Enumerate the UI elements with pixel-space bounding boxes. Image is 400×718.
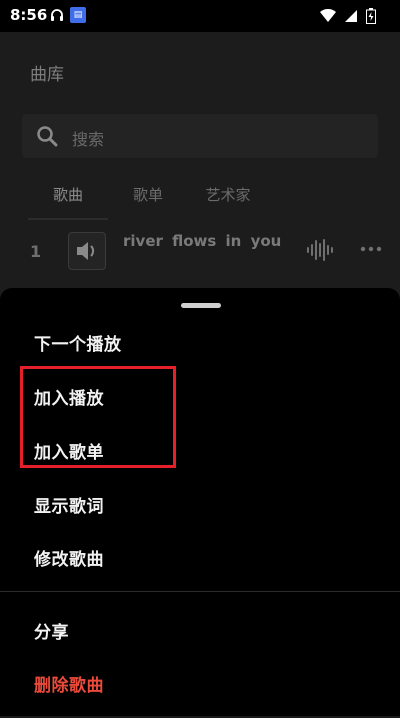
cell-signal-icon	[345, 10, 357, 22]
search-icon	[37, 126, 58, 147]
search-placeholder: 搜索	[72, 130, 105, 149]
menu-item-play-next[interactable]: 下一个播放	[34, 330, 122, 355]
song-title: river flows in you	[123, 232, 282, 250]
headset-icon	[51, 9, 63, 21]
battery-icon	[366, 8, 376, 24]
library-tabs: 歌曲 歌单 艺术家	[28, 184, 268, 205]
tab-artists[interactable]: 艺术家	[188, 184, 268, 205]
page-title: 曲库	[30, 65, 64, 85]
status-bar: 8:56 ▤	[0, 0, 400, 32]
speaker-icon	[77, 242, 95, 260]
highlight-annotation	[20, 366, 176, 468]
more-options-icon[interactable]	[360, 246, 382, 252]
menu-item-share[interactable]: 分享	[34, 618, 69, 643]
tab-playlists[interactable]: 歌单	[108, 184, 188, 205]
search-input[interactable]: 搜索	[22, 114, 378, 158]
song-artwork	[68, 232, 106, 270]
active-tab-indicator	[28, 218, 108, 220]
status-time: 8:56	[10, 6, 48, 24]
menu-item-edit-song[interactable]: 修改歌曲	[34, 545, 104, 570]
waveform-icon[interactable]	[306, 238, 334, 262]
menu-item-show-lyrics[interactable]: 显示歌词	[34, 492, 104, 517]
table-row[interactable]: 1 river flows in you	[0, 228, 400, 276]
wifi-icon	[320, 9, 336, 22]
menu-divider	[0, 591, 400, 592]
drag-handle[interactable]	[181, 303, 221, 308]
tab-songs[interactable]: 歌曲	[28, 184, 108, 205]
song-index: 1	[30, 242, 42, 261]
song-options-sheet: 下一个播放 加入播放 加入歌单 显示歌词 修改歌曲 分享 删除歌曲	[0, 288, 400, 718]
app-notification-icon: ▤	[70, 7, 86, 23]
menu-item-delete-song[interactable]: 删除歌曲	[34, 671, 104, 696]
